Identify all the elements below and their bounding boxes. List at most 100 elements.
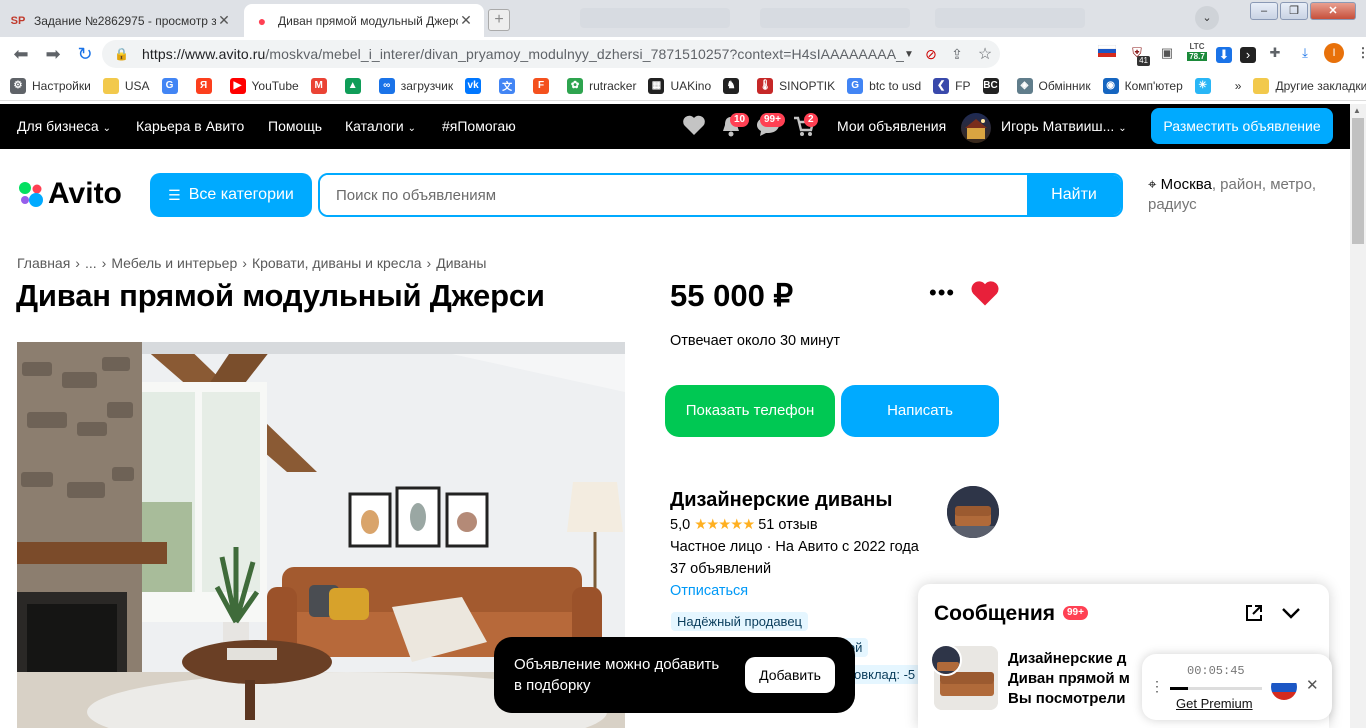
show-phone-button[interactable]: Показать телефон — [665, 385, 835, 437]
other-bookmarks-folder[interactable]: Другие закладки — [1253, 77, 1366, 94]
open-external-icon[interactable] — [1244, 603, 1264, 626]
bookmark-item[interactable]: G — [161, 77, 184, 94]
bookmark-item[interactable]: ▶ YouTube — [229, 77, 299, 94]
menu-kebab-icon[interactable]: ⋮ — [1352, 42, 1366, 64]
forward-arrow-icon[interactable]: ➡ — [40, 41, 66, 67]
bookmark-item[interactable]: ◈ Обмінник — [1016, 77, 1091, 94]
block-icon[interactable]: ⊘ — [918, 46, 944, 63]
more-options-icon[interactable]: ••• — [929, 280, 955, 306]
lock-icon[interactable]: 🔒 — [114, 47, 129, 61]
close-icon[interactable]: ✕ — [1306, 676, 1319, 694]
bookmark-item[interactable]: BC — [982, 77, 1005, 94]
bookmark-item[interactable]: M — [310, 77, 333, 94]
nav-catalogs[interactable]: Каталоги ⌄ — [345, 118, 416, 134]
location-selector[interactable]: ⌖ Москва, район, метро, радиус — [1148, 175, 1338, 215]
close-tab-icon[interactable]: ✕ — [458, 12, 474, 29]
bookmark-item[interactable]: USA — [102, 77, 150, 94]
breadcrumb-furniture[interactable]: Мебель и интерьер — [111, 255, 237, 271]
shield-extension-icon[interactable]: ⛨ 41 — [1126, 42, 1150, 66]
breadcrumb-sofas[interactable]: Диваны — [436, 255, 486, 271]
user-avatar[interactable] — [961, 113, 991, 143]
bookmark-item[interactable]: ⚙ Настройки — [10, 77, 91, 94]
close-window-icon[interactable]: ✕ — [1310, 2, 1356, 20]
russia-flag-icon[interactable] — [1096, 42, 1118, 64]
user-menu[interactable]: Игорь Матвииш... ⌄ — [1001, 118, 1127, 134]
close-tab-icon[interactable]: ✕ — [216, 12, 232, 29]
nav-careers[interactable]: Карьера в Авито — [136, 118, 244, 134]
unsubscribe-link[interactable]: Отписаться — [670, 580, 919, 602]
avito-logo[interactable]: Avito — [16, 177, 134, 210]
dropdown-arrow-icon[interactable]: ▼ — [904, 49, 918, 60]
bookmark-item[interactable]: ▦ UAKino — [648, 77, 712, 94]
bookmarks-overflow-chevron-icon[interactable]: » — [1235, 79, 1242, 93]
new-tab-button[interactable]: + — [488, 9, 510, 31]
post-ad-button[interactable]: Разместить объявление — [1151, 108, 1333, 144]
recorder-widget: ⋮ 00:05:45 Get Premium ✕ — [1142, 654, 1332, 720]
favorite-heart-icon[interactable] — [970, 279, 1000, 310]
collapse-chevron-icon[interactable] — [1281, 606, 1301, 623]
seller-ads-count[interactable]: 37 объявлений — [670, 558, 919, 580]
bookmark-item[interactable]: 文 — [499, 77, 521, 94]
bookmark-item[interactable]: ♞ — [723, 77, 745, 94]
add-to-collection-button[interactable]: Добавить — [745, 657, 835, 693]
nav-help[interactable]: Помощь — [268, 118, 322, 134]
write-message-button[interactable]: Написать — [841, 385, 999, 437]
seller-tag: овклад: -5 — [848, 665, 922, 684]
bc-icon: BC — [982, 77, 999, 94]
bookmark-item[interactable]: Gbtc to usd — [847, 77, 921, 94]
bookmark-item[interactable]: ▲ — [344, 77, 367, 94]
nav-i-help[interactable]: #яПомогаю — [442, 118, 516, 134]
bookmark-item[interactable]: Я — [195, 77, 218, 94]
bookmark-item[interactable]: F — [533, 77, 555, 94]
downloads-icon[interactable]: ⤓ — [1294, 42, 1316, 64]
back-arrow-icon[interactable]: ⬅ — [8, 41, 34, 67]
url-text[interactable]: https://www.avito.ru/moskva/mebel_i_inte… — [142, 46, 904, 62]
messages-title[interactable]: Сообщения — [934, 602, 1055, 626]
bookmark-star-icon[interactable]: ☆ — [970, 44, 1000, 64]
terminal-extension-icon[interactable]: › — [1240, 46, 1256, 63]
bookmark-label: UAKino — [670, 78, 712, 93]
bookmark-item[interactable]: ✳ — [1194, 77, 1217, 94]
browser-tab-active[interactable]: ● Диван прямой модульный Джерс ✕ — [244, 4, 484, 37]
chat-preview-item[interactable]: Диван прямой м — [1008, 670, 1130, 687]
all-categories-button[interactable]: ☰ Все категории — [150, 173, 312, 217]
puzzle-extensions-icon[interactable]: ✚ — [1264, 42, 1286, 64]
browser-tab[interactable]: SP Задание №2862975 - просмотр з ✕ — [0, 4, 242, 37]
tab-search-chevron-icon[interactable]: ⌄ — [1195, 6, 1219, 30]
favorites-heart-icon[interactable] — [682, 114, 706, 139]
scroll-up-arrow-icon[interactable]: ▲ — [1353, 106, 1361, 115]
seller-avatar[interactable] — [947, 486, 999, 538]
find-button[interactable]: Найти — [1027, 175, 1121, 215]
profile-avatar[interactable]: I — [1324, 43, 1344, 63]
bookmark-item[interactable]: vk — [465, 77, 487, 94]
scrollbar-thumb[interactable] — [1352, 118, 1364, 244]
get-premium-link[interactable]: Get Premium — [1176, 696, 1253, 711]
reload-icon[interactable]: ↻ — [72, 41, 98, 67]
ltc-extension-icon[interactable]: LTC 78.7 — [1186, 42, 1208, 64]
address-bar[interactable]: 🔒 https://www.avito.ru/moskva/mebel_i_in… — [102, 40, 1000, 68]
recorder-menu-icon[interactable]: ⋮ — [1150, 678, 1164, 695]
my-ads-link[interactable]: Мои объявления — [837, 118, 946, 134]
breadcrumb-ellipsis[interactable]: ... — [85, 255, 97, 271]
chat-preview-title[interactable]: Дизайнерские д — [1008, 650, 1126, 667]
breadcrumb-beds-sofas[interactable]: Кровати, диваны и кресла — [252, 255, 422, 271]
bookmark-item[interactable]: ❮ FP — [933, 77, 971, 94]
download-arrow-icon[interactable]: ⬇ — [1216, 46, 1232, 63]
bookmark-item[interactable]: 🌡 SINOPTIK — [757, 77, 835, 94]
search-input[interactable] — [320, 175, 1027, 215]
nav-business[interactable]: Для бизнеса ⌄ — [17, 118, 111, 134]
breadcrumb-home[interactable]: Главная — [17, 255, 70, 271]
seller-name[interactable]: Дизайнерские диваны — [670, 486, 919, 514]
seller-rating[interactable]: 5,0 ★★★★★ 51 отзыв — [670, 514, 919, 536]
avito-logo-dots-icon — [16, 179, 46, 209]
briefcase-extension-icon[interactable]: ▣ — [1156, 42, 1178, 64]
bookmark-item[interactable]: ◉ Комп'ютер — [1102, 77, 1183, 94]
bookmark-item[interactable]: ✿ rutracker — [567, 77, 636, 94]
maximize-icon[interactable]: ❐ — [1280, 2, 1308, 20]
share-icon[interactable]: ⇪ — [944, 46, 970, 63]
chat-preview-text[interactable]: Вы посмотрели — [1008, 690, 1125, 707]
rating-stars-icon: ★★★★★ — [694, 517, 755, 533]
bookmark-item[interactable]: ∞ загрузчик — [378, 77, 453, 94]
minimize-icon[interactable]: – — [1250, 2, 1278, 20]
russia-flag-icon[interactable] — [1271, 674, 1297, 700]
